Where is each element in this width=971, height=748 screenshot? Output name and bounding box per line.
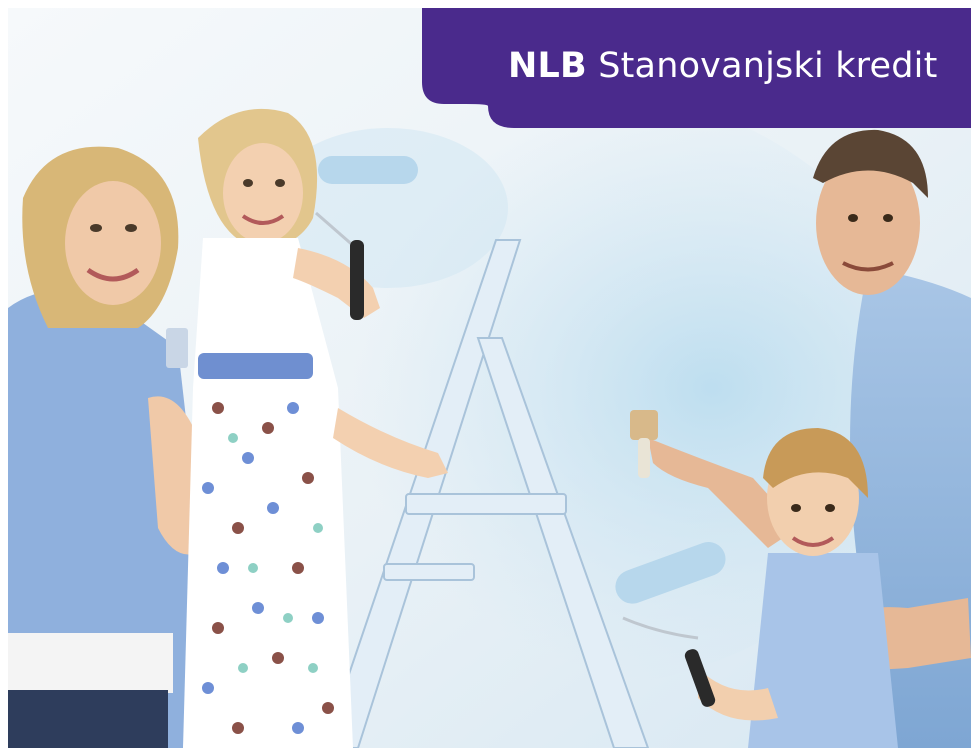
brand-name: NLB: [508, 46, 587, 86]
woman: [8, 146, 208, 748]
title-banner: NLB Stanovanjski kredit: [422, 8, 971, 128]
banner-title: NLB Stanovanjski kredit: [508, 46, 938, 86]
ad-frame: NLB Stanovanjski kredit: [8, 8, 971, 748]
product-name: Stanovanjski kredit: [598, 46, 938, 86]
